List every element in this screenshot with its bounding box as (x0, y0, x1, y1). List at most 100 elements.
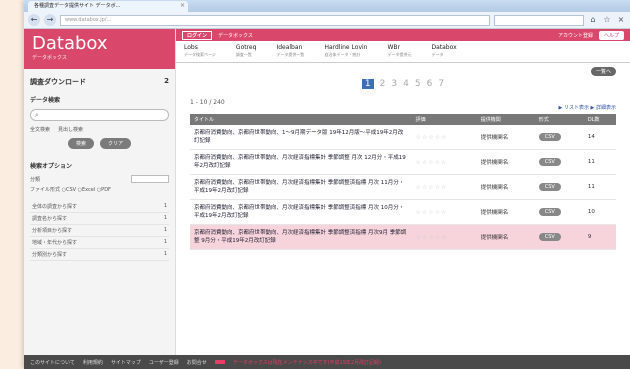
sidebar-link[interactable]: 調査名から探す 1 (30, 213, 169, 225)
nav-item[interactable]: Databox データ (431, 44, 456, 62)
register-link[interactable]: アカウント登録 (558, 32, 593, 39)
row-title[interactable]: 京都府消費動向、京都府世帯動向、月次経済指標集計 季節調整 月次 12月分・平成… (190, 149, 412, 175)
footer-link[interactable]: ユーザー登録 (149, 359, 179, 366)
help-button[interactable]: ヘルプ (598, 30, 624, 40)
nav-item[interactable]: Idealban データ提供一覧 (276, 44, 304, 62)
footer-link[interactable]: 利用規約 (83, 359, 103, 366)
column-header[interactable]: 評価 (412, 114, 477, 125)
column-header[interactable]: 提供機関 (477, 114, 535, 125)
results-table: タイトル 評価 提供機関 形式 DL数 京都府消費動向、京都府世帯動向、1～9月… (190, 114, 616, 250)
nav-sublabel: データ (431, 52, 444, 57)
nav-item[interactable]: Gotreq 調査一覧 (236, 44, 257, 62)
table-row[interactable]: 京都府消費動向、京都府世帯動向、月次経済指標集計 季節調整済指標 月次 10月分… (190, 199, 616, 225)
page-link[interactable]: 2 (380, 79, 386, 89)
back-to-list-button[interactable]: 一覧へ (590, 67, 616, 76)
page-link[interactable]: 5 (415, 79, 421, 89)
row-org: 提供機関名 (476, 199, 535, 225)
rating-stars: ☆☆☆☆☆ (411, 199, 477, 225)
page-link[interactable]: 3 (391, 79, 397, 89)
row-org: 提供機関名 (476, 125, 535, 150)
star-icon[interactable]: ☆ (602, 15, 612, 25)
results-area: 一覧へ 1 2 3 4 5 6 7 1 - 10 / 240 ▶ リスト表示 ▶… (176, 63, 630, 250)
alert-marker (214, 360, 225, 364)
clear-button[interactable]: クリア (100, 138, 132, 149)
logo-subtitle: データボックス (32, 55, 67, 61)
search-heading: データ検索 (30, 97, 61, 104)
nav-label: Gotreq (235, 44, 257, 51)
table-header: タイトル 評価 提供機関 形式 DL数 (190, 114, 616, 125)
forward-icon[interactable]: → (44, 14, 56, 26)
back-icon[interactable]: ← (28, 14, 40, 26)
nav-label: Lobs (184, 44, 198, 51)
page-link[interactable]: 4 (403, 79, 409, 89)
browser-search-input[interactable] (494, 14, 584, 26)
row-org: 提供機関名 (476, 174, 535, 200)
footer-link[interactable]: このサイトについて (30, 359, 75, 366)
table-row[interactable]: 京都府消費動向、京都府世帯動向、月次経済指標集計 季節調整済指標 月次 11月分… (190, 174, 616, 200)
rating-stars: ☆☆☆☆☆ (411, 224, 477, 250)
row-title[interactable]: 京都府消費動向、京都府世帯動向、1～9月期データ版 19年12月版～平成19年2… (190, 125, 412, 150)
window-close-icon[interactable]: × (616, 15, 626, 25)
download-button[interactable]: CSV (538, 233, 561, 241)
sidebar-link[interactable]: 全体の調査から探す 1 (30, 201, 169, 213)
home-icon[interactable]: ⌂ (588, 15, 598, 25)
nav-item[interactable]: Hardline Lovin 自治体データ・統計 (324, 44, 367, 62)
radio-heading[interactable]: 見出し検索 (58, 126, 83, 133)
logo-title: Databox (32, 33, 108, 54)
page: Databox データボックス 調査ダウンロード 2 データ検索 ⌕ 全文検索 … (24, 29, 630, 369)
row-title[interactable]: 京都府消費動向、京都府世帯動向、月次経済指標集計 季節調整済指標 月次 11月分… (190, 174, 412, 200)
row-action-cell: CSV (534, 174, 584, 200)
page-link[interactable]: 7 (438, 79, 444, 89)
filter-label[interactable]: ファイル形式 ○CSV ○Excel ○PDF (30, 186, 111, 193)
footer-link[interactable]: サイトマップ (111, 359, 141, 366)
category-select[interactable] (131, 175, 169, 183)
footer-alert[interactable]: データボックスは現在メンテナンス中です(平成19年2月改訂記録) (233, 359, 381, 366)
browser-tab[interactable]: 各種調査データ提供サイト データボ... × (28, 1, 188, 12)
footer: このサイトについて 利用規約 サイトマップ ユーザー登録 お問合せ データボック… (24, 355, 630, 369)
sidebar-link-count: 1 (163, 227, 167, 233)
column-header[interactable]: タイトル (190, 114, 412, 125)
download-button[interactable]: CSV (538, 158, 561, 166)
column-header[interactable]: 形式 (535, 114, 584, 125)
footer-link[interactable]: お問合せ (187, 359, 207, 366)
column-header[interactable]: DL数 (584, 114, 616, 125)
page-link-current[interactable]: 1 (361, 79, 374, 89)
sidebar-link-label: 全体の調査から探す (32, 204, 78, 210)
download-button[interactable]: CSV (538, 208, 561, 216)
row-title[interactable]: 京都府消費動向、京都府世帯動向、月次経済指標集計 季節調整済指標 月次9月 季節… (190, 224, 412, 250)
nav-label: Idealban (276, 44, 303, 51)
login-badge[interactable]: ログイン (182, 30, 213, 40)
logo[interactable]: Databox データボックス (24, 29, 175, 69)
sidebar-link-label: 調査名から探す (32, 216, 68, 222)
table-row[interactable]: 京都府消費動向、京都府世帯動向、1～9月期データ版 19年12月版～平成19年2… (190, 125, 616, 150)
nav-item[interactable]: WBr データ提供元 (387, 44, 411, 62)
download-heading[interactable]: 調査ダウンロード 2 (30, 77, 169, 87)
sidebar-link-count: 1 (163, 215, 167, 221)
row-title[interactable]: 京都府消費動向、京都府世帯動向、月次経済指標集計 季節調整済指標 月次 10月分… (190, 199, 412, 225)
sidebar-search-input[interactable]: ⌕ (30, 109, 169, 121)
row-action-cell: CSV (534, 224, 584, 250)
row-action-cell: CSV (534, 125, 584, 150)
sidebar-link[interactable]: 分類別から探す 1 (30, 249, 169, 261)
top-pink-bar: ログイン データボックス アカウント登録 ヘルプ (176, 29, 630, 41)
page-link[interactable]: 6 (427, 79, 433, 89)
search-button[interactable]: 検索 (67, 138, 94, 149)
download-button[interactable]: CSV (538, 183, 561, 191)
row-action-cell: CSV (534, 199, 584, 225)
nav-label: Hardline Lovin (324, 44, 368, 51)
radio-fulltext[interactable]: 全文検索 (30, 126, 50, 133)
view-toggle-link[interactable]: ▶ リスト表示 ▶ 詳細表示 (190, 104, 616, 111)
sidebar-link[interactable]: 地域・年代から探す 1 (30, 237, 169, 249)
main-content: ログイン データボックス アカウント登録 ヘルプ Lobs データ検索ページ Go… (176, 29, 630, 355)
sidebar-link[interactable]: 分析項目から探す 1 (30, 225, 169, 237)
browser-titlebar: 各種調査データ提供サイト データボ... × (24, 0, 630, 12)
table-row-highlighted[interactable]: 京都府消費動向、京都府世帯動向、月次経済指標集計 季節調整済指標 月次9月 季節… (190, 224, 616, 250)
sidebar-link-list: 全体の調査から探す 1 調査名から探す 1 分析項目から探す 1 地域・年代から探す 1… (30, 201, 169, 261)
url-input[interactable]: www.databox.jp/... (60, 14, 490, 26)
table-row[interactable]: 京都府消費動向、京都府世帯動向、月次経済指標集計 季節調整 月次 12月分・平成… (190, 149, 616, 175)
pinkbar-text: データボックス (218, 32, 253, 39)
filter-row: ファイル形式 ○CSV ○Excel ○PDF (30, 186, 169, 193)
tab-close-icon[interactable]: × (180, 2, 185, 9)
download-button[interactable]: CSV (538, 133, 561, 141)
nav-item[interactable]: Lobs データ検索ページ (184, 44, 216, 62)
